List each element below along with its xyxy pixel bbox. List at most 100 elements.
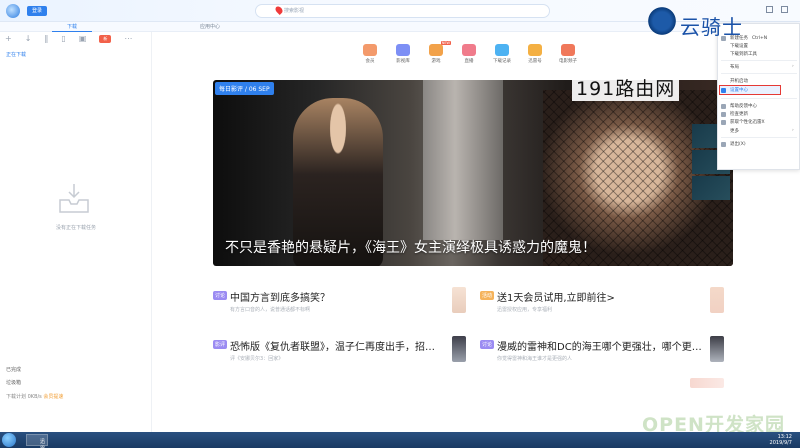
new-badge-button[interactable]: 新: [99, 35, 112, 43]
menu-item-exit[interactable]: 退出(X): [730, 141, 746, 147]
vip-speedup-link[interactable]: 会员提速: [43, 394, 63, 400]
delete-icon[interactable]: ▯: [61, 35, 65, 43]
nav-item-icon: [396, 44, 410, 56]
menu-item-personalize[interactable]: 获取个性化迅雷X: [730, 119, 765, 125]
news-thumb: [452, 287, 466, 313]
completed-label[interactable]: 已完成: [6, 366, 21, 373]
news-title[interactable]: 恐怖版《复仇者联盟》，温子仁再度出手，招…: [230, 338, 435, 353]
exit-icon: [721, 142, 726, 147]
knight-logo-icon: [646, 5, 678, 37]
news-title[interactable]: 漫威的雷神和DC的海王哪个更强壮，哪个更…: [497, 338, 702, 353]
news-subtitle: 有方言口音的人，说普通话都不标啊: [230, 307, 311, 313]
nav-item[interactable]: 会员: [360, 44, 380, 64]
new-badge: NEW: [440, 41, 451, 45]
speed-value: 0KB/s: [27, 394, 42, 400]
news-tag: 讨论: [480, 340, 495, 349]
nav-item-label: 游戏: [431, 59, 441, 64]
nav-item[interactable]: 下载记录: [492, 44, 512, 64]
menu-item-layout[interactable]: 布局 ›: [730, 64, 794, 70]
news-thumb: [452, 336, 466, 362]
menu-highlight: [719, 85, 781, 95]
location-pin-icon: [274, 5, 284, 15]
news-subtitle: 你觉得雷神和海王谁才是更强的人: [497, 356, 573, 362]
more-icon[interactable]: ⋯: [124, 35, 132, 43]
menu-divider: [721, 137, 797, 138]
hero-fridge-image: [423, 80, 503, 240]
menu-divider: [721, 98, 797, 99]
menu-divider: [721, 60, 797, 61]
hero-caption[interactable]: 不只是香艳的悬疑片，《海王》女主演绎极具诱惑力的魔鬼！: [225, 237, 596, 257]
news-subtitle: 迅雷授权应用，专享福利: [497, 307, 553, 313]
news-tag: 影评: [213, 340, 228, 349]
watermark-top-right: 云骑士: [646, 5, 796, 39]
menu-item-help[interactable]: 帮助反馈中心: [730, 103, 757, 109]
nav-item-icon: [429, 44, 443, 56]
search-input[interactable]: 搜索影视: [255, 4, 550, 18]
update-icon: [721, 112, 726, 117]
downloading-section-label[interactable]: 正在下载: [6, 51, 26, 58]
speed-status: 下载计划 0KB/s 会员提速: [6, 393, 63, 400]
nav-item-icon: [528, 44, 542, 56]
trash-label[interactable]: 垃圾箱: [6, 379, 21, 386]
menu-item-check-update[interactable]: 检查更新: [730, 111, 748, 117]
download-icon[interactable]: ↓: [25, 35, 32, 43]
nav-item-label: 影视库: [396, 59, 410, 64]
system-clock[interactable]: 13:12 2019/9/7: [770, 434, 792, 446]
login-button[interactable]: 登录: [27, 6, 47, 16]
settings-icon: [721, 88, 726, 93]
channel-nav: 会员 影视库 NEW 游戏 直播 下载记录 迅雷号 电影频子: [360, 41, 578, 64]
news-item[interactable]: 活动 送1天会员试用,立即前往> 迅雷授权应用，专享福利: [480, 289, 615, 313]
search-placeholder: 搜索影视: [284, 8, 305, 14]
nav-item[interactable]: 电影频子: [558, 44, 578, 64]
nav-item-icon: [495, 44, 509, 56]
news-tag: 活动: [480, 291, 495, 300]
empty-state-text: 没有正在下载任务: [55, 225, 96, 231]
nav-item[interactable]: 直播: [459, 44, 479, 64]
nav-item-icon: [462, 44, 476, 56]
nav-item[interactable]: 迅雷号: [525, 44, 545, 64]
taskbar-app-item[interactable]: 迅雷: [26, 434, 48, 448]
menu-item-more[interactable]: 更多 ›: [730, 128, 794, 134]
start-button-icon[interactable]: [2, 433, 16, 447]
add-icon[interactable]: +: [5, 35, 12, 43]
thumbnail[interactable]: [692, 176, 730, 200]
nav-item-label: 电影频子: [559, 59, 577, 64]
nav-item-icon: [561, 44, 575, 56]
download-toolbar: + ↓ ‖ ▯ ▣ 新 ⋯: [0, 32, 151, 46]
news-item[interactable]: 影评 恐怖版《复仇者联盟》，温子仁再度出手，招… 评《安娜贝尔3：回家》: [213, 338, 435, 362]
tab-download[interactable]: 下载: [52, 22, 92, 32]
app-logo-icon: [6, 4, 20, 18]
help-icon: [721, 104, 726, 109]
save-icon[interactable]: ▣: [79, 35, 87, 43]
nav-item-label: 下载记录: [493, 59, 511, 64]
menu-item-download-tool[interactable]: 下载到新工具: [730, 51, 757, 57]
news-thumb: [690, 378, 724, 388]
news-item[interactable]: 讨论 中国方言到底多搞笑？ 有方言口音的人，说普通话都不标啊: [213, 289, 330, 313]
menu-item-settings-center[interactable]: 设置中心: [730, 87, 748, 93]
menu-item-startup[interactable]: 开机启动: [730, 78, 748, 84]
news-thumb: [710, 336, 724, 362]
nav-item-label: 迅雷号: [528, 59, 542, 64]
news-tag: 讨论: [213, 291, 228, 300]
menu-item-download-settings[interactable]: 下载设置: [730, 43, 748, 49]
empty-tray-icon: [59, 184, 89, 213]
news-title[interactable]: 中国方言到底多搞笑？: [230, 289, 330, 304]
watermark-mid-right: 191路由网: [572, 74, 680, 101]
nav-item-label: 直播: [464, 59, 474, 64]
news-item[interactable]: 讨论 漫威的雷神和DC的海王哪个更强壮，哪个更… 你觉得雷神和海王谁才是更强的人: [480, 338, 702, 362]
left-panel: + ↓ ‖ ▯ ▣ 新 ⋯ 正在下载 没有正在下载任务 已完成 垃圾箱 下载计划…: [0, 32, 152, 432]
menu-divider: [721, 73, 797, 74]
news-title[interactable]: 送1天会员试用,立即前往>: [497, 289, 615, 304]
hero-banner[interactable]: 每日影评 / 06 SEP 不只是香艳的悬疑片，《海王》女主演绎极具诱惑力的魔鬼…: [213, 80, 733, 266]
nav-item-label: 会员: [365, 59, 375, 64]
news-thumb: [710, 287, 724, 313]
news-subtitle: 评《安娜贝尔3：回家》: [230, 356, 284, 362]
speed-prefix: 下载计划: [6, 394, 27, 400]
nav-item[interactable]: NEW 游戏: [426, 41, 451, 64]
pause-icon[interactable]: ‖: [44, 35, 48, 43]
hero-tag: 每日影评 / 06 SEP: [215, 82, 274, 95]
nav-item-icon: [363, 44, 377, 56]
nav-item[interactable]: 影视库: [393, 44, 413, 64]
main-menu-dropdown: 新建任务 Ctrl+N 下载设置 下载到新工具 布局 › 开机启动 设置中心 帮助反…: [717, 23, 800, 170]
tab-app-center[interactable]: 应用中心: [190, 22, 230, 32]
